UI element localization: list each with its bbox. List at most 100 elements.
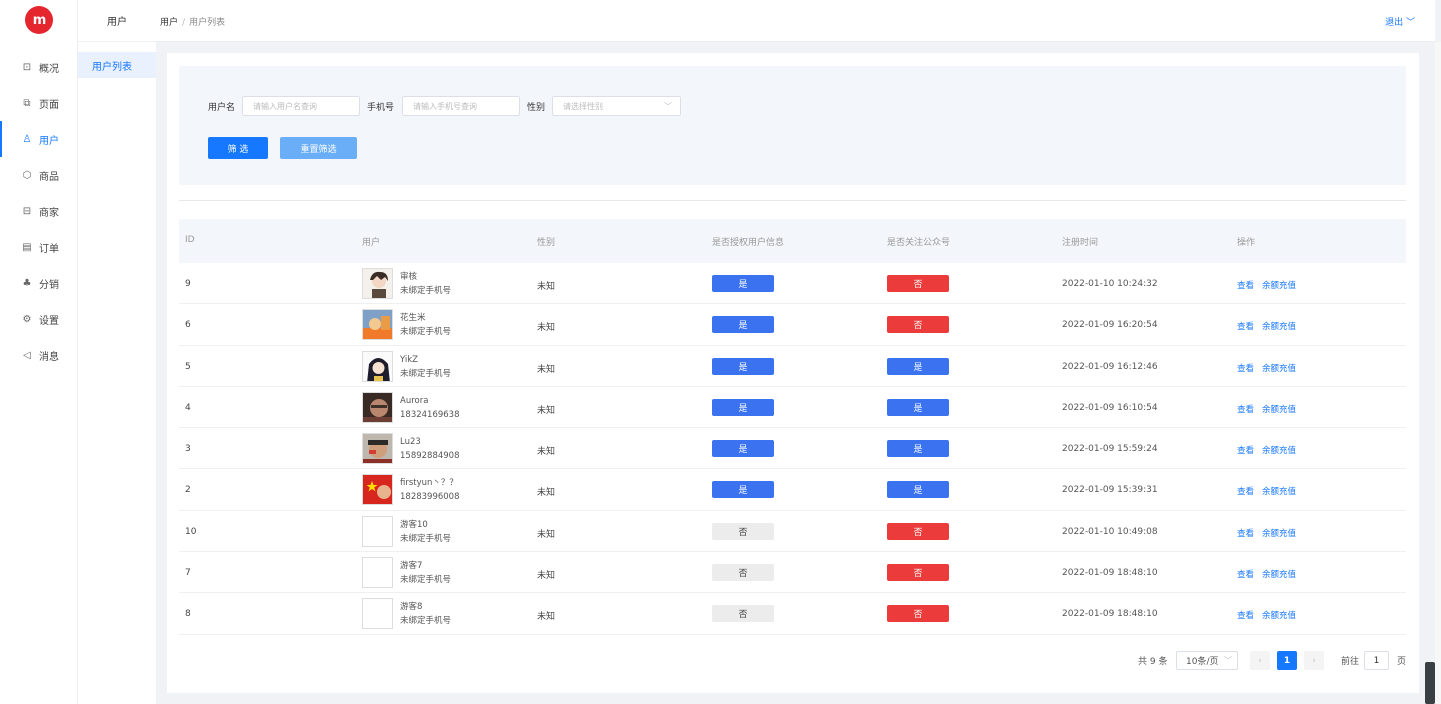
cell-register-time: 2022-01-09 15:39:31	[1062, 485, 1158, 496]
view-link[interactable]: 查看	[1237, 611, 1254, 621]
nav-item-pages[interactable]: ⧉ 页面	[0, 85, 78, 121]
view-link[interactable]: 查看	[1237, 529, 1254, 539]
view-link[interactable]: 查看	[1237, 364, 1254, 374]
cell-gender: 未知	[537, 364, 556, 375]
nav-item-overview[interactable]: ⊡ 概况	[0, 49, 78, 85]
recharge-link[interactable]: 余额充值	[1262, 405, 1296, 415]
app: m ⊡ 概况 ⧉ 页面 ♙ 用户 ⬡ 商品 ⊟ 商家 ▤ 订单 ♣ 分销 ⚙ 设置 ◁ 消息 用户 用户列表 用户…	[0, 0, 1441, 704]
cell-actions: 查看 余额充值	[1237, 527, 1304, 539]
cell-gender: 未知	[537, 282, 556, 292]
nav-item-users[interactable]: ♙ 用户	[0, 121, 78, 157]
goto-suffix: 页	[1397, 657, 1407, 667]
cell-register-time: 2022-01-09 16:12:46	[1062, 361, 1158, 372]
nav-item-settings[interactable]: ⚙ 设置	[0, 301, 78, 337]
col-user: 用户	[362, 238, 381, 248]
avatar	[362, 433, 393, 465]
cell-gender: 未知	[537, 405, 556, 416]
gender-label: 性别	[527, 103, 546, 113]
recharge-link[interactable]: 余额充值	[1262, 364, 1296, 374]
user-phone: 15892884908	[400, 451, 460, 462]
follow-status-badge: 是	[887, 398, 949, 416]
breadcrumb-root[interactable]: 用户	[160, 18, 178, 28]
follow-status-badge: 否	[887, 605, 949, 623]
cell-id: 7	[185, 568, 191, 579]
recharge-link[interactable]: 余额充值	[1262, 570, 1296, 580]
table-row: 9 审核 未绑定手机号 未知 是 否 2022-01-10 10:24:32 查看 余额充值	[179, 263, 1406, 305]
cell-actions: 查看 余额充值	[1237, 609, 1304, 621]
page-size-select[interactable]: 10条/页 ﹀	[1176, 651, 1238, 670]
cell-gender: 未知	[537, 447, 556, 458]
table-row: 7 游客7 未绑定手机号 未知 否 否 2022-01-09 18:48:10 查看 余额充值	[179, 552, 1406, 594]
next-page-button[interactable]: ›	[1304, 651, 1324, 670]
cell-actions: 查看 余额充值	[1237, 403, 1304, 415]
user-phone: 18324169638	[400, 409, 460, 420]
scrollbar-thumb[interactable]	[1425, 662, 1435, 704]
gear-icon: ⚙	[22, 313, 32, 325]
view-link[interactable]: 查看	[1237, 487, 1254, 497]
scrollbar-track[interactable]	[1435, 42, 1441, 704]
view-link[interactable]: 查看	[1237, 446, 1254, 456]
cell-id: 9	[185, 279, 191, 289]
nav-item-merchants[interactable]: ⊟ 商家	[0, 193, 78, 229]
logo[interactable]: m	[25, 6, 53, 34]
prev-page-button[interactable]: ‹	[1250, 651, 1270, 670]
auth-status-badge: 是	[712, 357, 774, 375]
nav-item-label: 商品	[39, 171, 59, 183]
phone-input[interactable]: 请输入手机号查询	[402, 96, 520, 116]
recharge-link[interactable]: 余额充值	[1262, 487, 1296, 497]
follow-status-badge: 否	[887, 275, 949, 292]
follow-status-badge: 否	[887, 522, 949, 540]
cell-gender: 未知	[537, 323, 556, 334]
cell-gender: 未知	[537, 529, 556, 540]
cell-user: 游客7 未绑定手机号	[400, 559, 451, 587]
username-label: 用户名	[208, 103, 236, 113]
goto-label: 前往	[1341, 657, 1360, 667]
table-row: 2 firstyun丶？？ 18283996008 未知 是 是 2022-01-09 15…	[179, 469, 1406, 511]
recharge-link[interactable]: 余额充值	[1262, 281, 1296, 291]
follow-status-badge: 是	[887, 481, 949, 499]
table-row: 10 游客10 未绑定手机号 未知 否 否 2022-01-10 10:49:08 查看 余额充…	[179, 511, 1406, 553]
view-link[interactable]: 查看	[1237, 570, 1254, 580]
user-nickname: 花生米	[400, 313, 426, 324]
chevron-down-icon: ﹀	[1224, 656, 1232, 665]
auth-status-badge: 是	[712, 481, 774, 499]
page-icon: ⧉	[23, 97, 31, 109]
cell-register-time: 2022-01-09 18:48:10	[1062, 609, 1158, 620]
avatar	[362, 557, 393, 589]
user-nickname: Lu23	[400, 437, 421, 448]
logout-button[interactable]: 退出 ﹀	[1385, 15, 1415, 28]
view-link[interactable]: 查看	[1237, 281, 1254, 291]
cell-user: firstyun丶？？ 18283996008	[400, 476, 460, 504]
username-input[interactable]: 请输入用户名查询	[242, 96, 360, 116]
cell-register-time: 2022-01-10 10:24:32	[1062, 279, 1158, 289]
gender-select[interactable]: 请选择性别 ﹀	[552, 96, 681, 116]
view-link[interactable]: 查看	[1237, 405, 1254, 415]
recharge-link[interactable]: 余额充值	[1262, 611, 1296, 621]
cell-user: Lu23 15892884908	[400, 435, 460, 463]
view-link[interactable]: 查看	[1237, 322, 1254, 332]
nav-item-label: 概况	[39, 63, 59, 75]
secondary-nav: 用户 用户列表	[78, 0, 156, 704]
user-nickname: 游客7	[400, 561, 423, 572]
goto-page-input[interactable]: 1	[1364, 651, 1389, 670]
avatar	[362, 268, 393, 299]
nav-item-messages[interactable]: ◁ 消息	[0, 337, 78, 373]
nav-item-distribution[interactable]: ♣ 分销	[0, 265, 78, 301]
col-authorized: 是否授权用户信息	[712, 238, 785, 248]
filter-button[interactable]: 筛 选	[208, 137, 268, 159]
table-row: 3 Lu23 15892884908 未知 是 是 2022-01-09 15:59:24 查…	[179, 428, 1406, 470]
recharge-link[interactable]: 余额充值	[1262, 529, 1296, 539]
col-register-time: 注册时间	[1062, 238, 1099, 248]
nav-item-products[interactable]: ⬡ 商品	[0, 157, 78, 193]
cell-id: 4	[185, 402, 191, 413]
nav-item-orders[interactable]: ▤ 订单	[0, 229, 78, 265]
page-number-button[interactable]: 1	[1277, 651, 1297, 670]
user-phone: 18283996008	[400, 492, 460, 503]
reset-filter-button[interactable]: 重置筛选	[280, 137, 357, 159]
avatar	[362, 391, 393, 423]
recharge-link[interactable]: 余额充值	[1262, 446, 1296, 456]
recharge-link[interactable]: 余额充值	[1262, 322, 1296, 332]
cell-id: 6	[185, 320, 191, 331]
main-content: 用户名 请输入用户名查询 手机号 请输入手机号查询 性别 请选择性别 ﹀ 筛 选…	[167, 53, 1419, 693]
subnav-item-user-list[interactable]: 用户列表	[78, 52, 156, 78]
